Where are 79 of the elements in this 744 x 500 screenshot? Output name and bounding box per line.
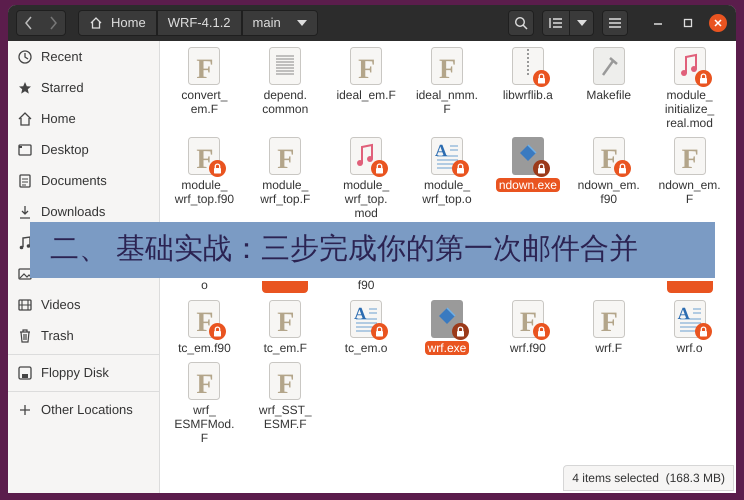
- file-name[interactable]: module_wrf_top.mod: [333, 178, 400, 220]
- fortran-file-icon: F: [269, 137, 302, 175]
- file-name[interactable]: convert_em.F: [171, 88, 238, 116]
- sidebar-item[interactable]: Starred: [8, 78, 159, 98]
- sidebar-item[interactable]: Home: [8, 109, 159, 129]
- film-icon: [17, 297, 33, 313]
- close-icon[interactable]: [708, 13, 728, 33]
- fortran-file-icon: F: [269, 300, 302, 338]
- clock-icon: [17, 49, 33, 65]
- fortran-file-icon: F: [512, 300, 544, 338]
- file-name[interactable]: f90: [358, 278, 374, 293]
- home-icon: [17, 111, 33, 127]
- file-name[interactable]: tc_em.f90: [178, 341, 231, 355]
- document-icon: [17, 173, 33, 189]
- sidebar-item[interactable]: Documents: [8, 171, 159, 191]
- file-name[interactable]: ideal_em.F: [336, 88, 396, 102]
- file-name[interactable]: ideal_nmm.F: [414, 88, 480, 116]
- menu-icon: [609, 18, 621, 28]
- file-name[interactable]: wrf.F: [595, 341, 622, 355]
- file-name[interactable]: wrf.exe: [424, 341, 470, 355]
- fortran-file-icon: F: [269, 362, 302, 400]
- fortran-file-icon: F: [188, 300, 220, 338]
- file-name[interactable]: module_wrf_top.f90: [171, 178, 238, 206]
- file-name[interactable]: depend.common: [252, 88, 318, 116]
- sidebar-item[interactable]: Other Locations: [8, 400, 159, 420]
- sidebar-item[interactable]: Recent: [8, 47, 159, 67]
- menu-button[interactable]: [602, 10, 628, 36]
- file-name[interactable]: wrf_SST_ESMF.F: [252, 403, 318, 431]
- fortran-file-icon: F: [592, 300, 625, 338]
- search-button[interactable]: [508, 10, 534, 36]
- sidebar-item[interactable]: Downloads: [8, 202, 159, 222]
- caret-icon: [296, 20, 307, 26]
- path-button[interactable]: main: [242, 10, 318, 36]
- music-note-icon[interactable]: [17, 235, 33, 251]
- fortran-file-icon: F: [188, 47, 220, 85]
- file-name[interactable]: wrf_ESMFMod.F: [171, 403, 238, 445]
- caret-icon: [576, 20, 586, 26]
- download-icon: [17, 204, 33, 220]
- sidebar-item[interactable]: Videos: [8, 295, 159, 315]
- plus-icon: [17, 402, 33, 418]
- document-file-icon: A: [674, 300, 706, 338]
- file-name[interactable]: ndown_em.f90: [576, 178, 642, 206]
- file-name[interactable]: Makefile: [586, 88, 632, 102]
- desktop-icon: [17, 142, 33, 158]
- status-text: 4 items selected (168.3 MB): [563, 465, 734, 491]
- file-name[interactable]: module_wrf_top.o: [414, 178, 480, 206]
- fortran-file-icon: F: [430, 47, 463, 85]
- file-name[interactable]: module_wrf_top.F: [252, 178, 318, 206]
- trash-icon: [17, 328, 33, 344]
- picture-icon[interactable]: [17, 266, 33, 282]
- sidebar-item[interactable]: Floppy Disk: [8, 363, 159, 383]
- fortran-file-icon: F: [188, 137, 220, 175]
- fortran-file-icon: F: [592, 137, 625, 175]
- path-button[interactable]: Home: [78, 10, 157, 36]
- file-name[interactable]: module_initialize_real.mod: [656, 88, 723, 130]
- home-icon: [89, 16, 103, 30]
- sidebar-item[interactable]: Trash: [8, 326, 159, 346]
- document-file-icon: A: [350, 300, 382, 338]
- fortran-file-icon: F: [188, 362, 220, 400]
- file-name[interactable]: ndown_em.F: [656, 178, 723, 206]
- file-name[interactable]: ndown.exe: [496, 178, 560, 192]
- search-icon: [514, 16, 528, 30]
- path-button[interactable]: WRF-4.1.2: [156, 10, 242, 36]
- list-icon: [549, 17, 563, 29]
- file-name[interactable]: libwrflib.a: [502, 88, 553, 102]
- sidebar-item[interactable]: Desktop: [8, 140, 159, 160]
- document-file-icon: A: [430, 137, 463, 175]
- file-name[interactable]: wrf.o: [676, 341, 703, 355]
- file-name[interactable]: wrf.f90: [510, 341, 546, 355]
- caption-banner: 二、 基础实战：三步完成你的第一次邮件合并: [30, 222, 715, 278]
- music-file-icon: [674, 47, 706, 85]
- star-icon: [17, 80, 33, 96]
- file-name[interactable]: tc_em.F: [264, 341, 307, 355]
- file-name[interactable]: tc_em.o: [344, 341, 388, 355]
- file-name[interactable]: o: [201, 278, 208, 293]
- fortran-file-icon: F: [350, 47, 382, 85]
- music-file-icon: [350, 137, 382, 175]
- archive-file-icon: [512, 47, 544, 85]
- fortran-file-icon: F: [674, 137, 706, 175]
